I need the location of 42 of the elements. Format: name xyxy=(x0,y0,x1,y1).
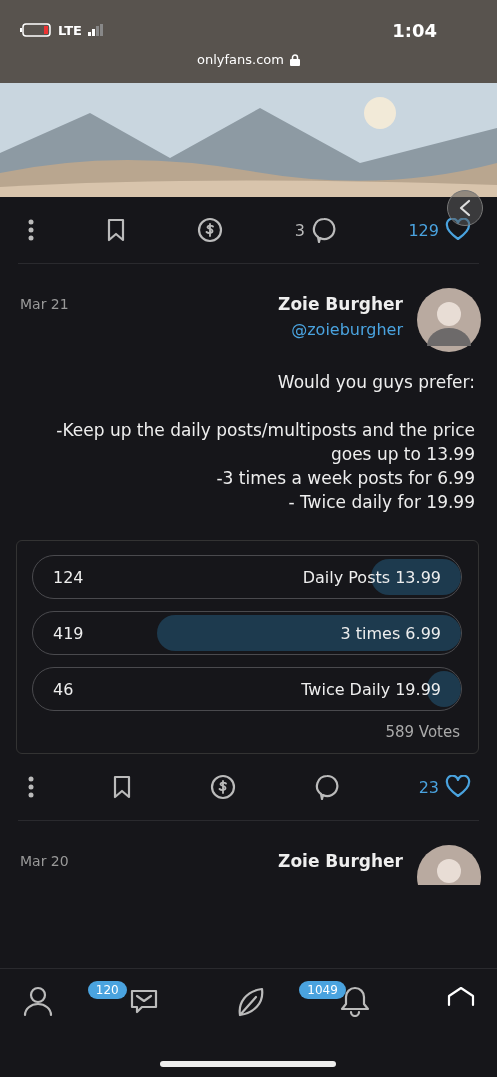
vote-total: 589 Votes xyxy=(384,723,461,741)
bookmark-icon xyxy=(112,775,133,799)
lock-icon xyxy=(289,53,300,66)
count-badge: 120 xyxy=(87,981,127,999)
dollar-icon xyxy=(210,774,237,800)
battery-icon xyxy=(20,23,52,37)
nav-button[interactable] xyxy=(339,985,372,1017)
address-url[interactable]: onlyfans.com xyxy=(197,52,284,67)
person-icon xyxy=(22,985,54,1017)
bell-icon xyxy=(339,985,372,1017)
heart-icon xyxy=(445,218,471,242)
signal-icon xyxy=(87,24,104,36)
speech-bubble-icon xyxy=(310,217,337,243)
network-label: LTE xyxy=(58,22,82,38)
more-button[interactable] xyxy=(28,776,34,798)
post-date: Mar 20 xyxy=(20,852,69,869)
post-text: Would you guys prefer: -Keep up the daily posts/multiposts and the price goes up to 13.99 -3 times a week posts for 6.99 - Twice daily for 19.99 xyxy=(55,371,476,514)
author-name[interactable]: Zoie Burgher xyxy=(278,851,403,871)
bookmark-button[interactable] xyxy=(112,775,133,799)
speech-bubble-icon xyxy=(314,774,341,800)
author-handle[interactable]: @zoieburgher xyxy=(291,320,403,339)
scroll-top-button[interactable] xyxy=(447,190,483,226)
dollar-icon xyxy=(197,217,224,243)
author-name[interactable]: Zoie Burgher xyxy=(278,294,403,314)
nav-button[interactable] xyxy=(22,985,54,1017)
more-icon xyxy=(28,219,34,241)
like-button[interactable]: 129 xyxy=(408,218,471,242)
post-date: Mar 21 xyxy=(20,295,69,312)
status-time: 1:04 xyxy=(392,19,437,41)
comment-button[interactable] xyxy=(314,774,341,800)
tip-button[interactable] xyxy=(210,774,237,800)
avatar-icon xyxy=(417,288,481,352)
heart-icon xyxy=(445,775,471,799)
more-icon xyxy=(28,776,34,798)
bookmark-icon xyxy=(105,218,126,242)
tip-button[interactable] xyxy=(197,217,224,243)
more-button[interactable] xyxy=(28,219,34,241)
like-button[interactable]: 23 xyxy=(418,775,471,799)
count-badge: 1049 xyxy=(299,981,346,999)
comment-button[interactable]: 3 xyxy=(294,217,337,243)
chevron-icon xyxy=(458,199,472,217)
bookmark-button[interactable] xyxy=(105,218,126,242)
